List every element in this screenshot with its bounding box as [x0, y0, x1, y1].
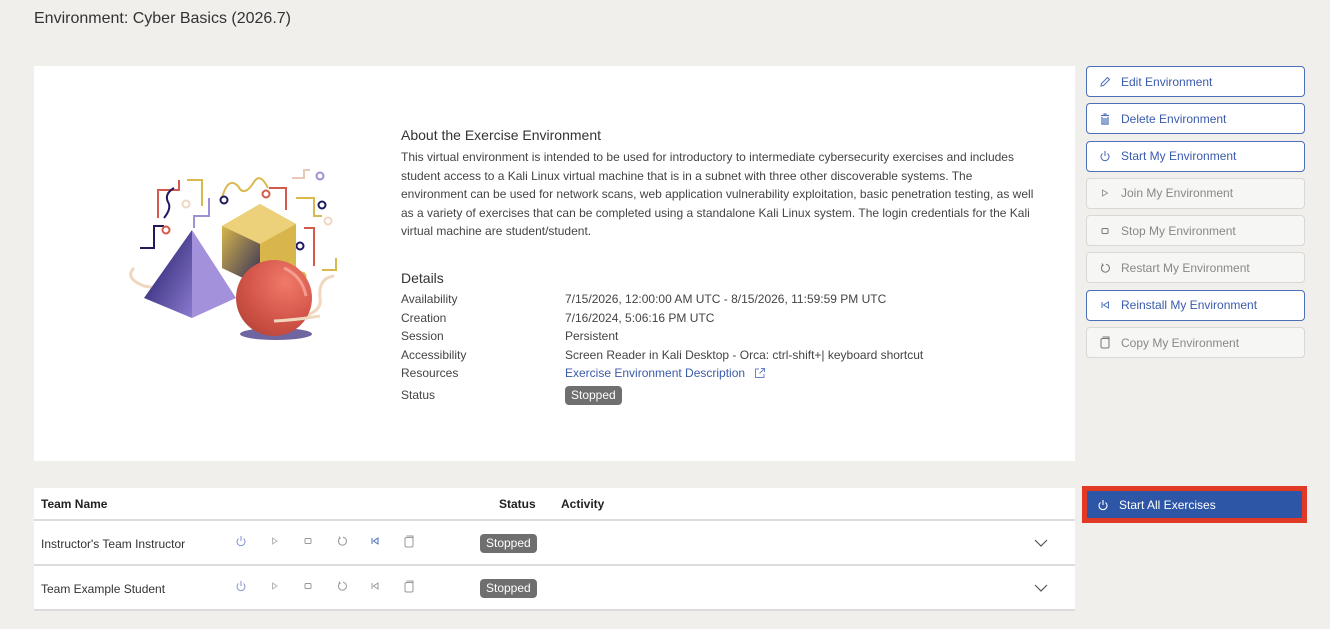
detail-value: Persistent — [565, 329, 619, 344]
detail-row-resources: Resources Exercise Environment Descripti… — [401, 364, 1041, 385]
detail-row-status: Status Stopped — [401, 385, 1041, 405]
team-name: Team Example Student — [41, 582, 166, 596]
team-name: Instructor's Team Instructor — [41, 537, 186, 551]
detail-row-availability: Availability 7/15/2026, 12:00:00 AM UTC … — [401, 290, 1041, 309]
details-heading: Details — [401, 270, 444, 286]
play-icon — [1098, 188, 1112, 198]
resource-link[interactable]: Exercise Environment Description — [565, 366, 745, 380]
chevron-down-icon[interactable] — [1033, 535, 1049, 554]
table-row: Team Example Student Stopped — [34, 566, 1075, 611]
copy-my-environment-button[interactable]: Copy My Environment — [1086, 327, 1305, 359]
button-label: Join My Environment — [1121, 186, 1234, 201]
detail-label: Session — [401, 329, 444, 344]
detail-value: 7/16/2024, 5:06:16 PM UTC — [565, 310, 715, 325]
detail-label: Status — [401, 387, 436, 402]
restart-icon[interactable] — [336, 535, 370, 548]
power-icon[interactable] — [235, 535, 269, 548]
play-icon[interactable] — [269, 580, 303, 593]
power-icon — [1097, 499, 1109, 511]
button-label: Restart My Environment — [1121, 260, 1250, 275]
delete-environment-button[interactable]: Delete Environment — [1086, 103, 1305, 135]
restart-icon[interactable] — [336, 580, 370, 593]
button-label: Start My Environment — [1121, 149, 1237, 164]
detail-label: Creation — [401, 310, 447, 325]
column-header-status: Status — [499, 496, 536, 511]
reinstall-icon[interactable] — [369, 580, 403, 593]
start-all-exercises-button[interactable]: Start All Exercises — [1087, 491, 1302, 518]
detail-value: Screen Reader in Kali Desktop - Orca: ct… — [565, 347, 924, 362]
button-label: Stop My Environment — [1121, 223, 1236, 238]
stop-icon[interactable] — [302, 580, 336, 593]
detail-label: Accessibility — [401, 347, 467, 362]
about-description: This virtual environment is intended to … — [401, 150, 1034, 239]
about-section: About the Exercise Environment This virt… — [401, 127, 1041, 241]
power-icon — [1098, 150, 1112, 162]
row-actions — [235, 535, 436, 548]
reinstall-icon[interactable] — [369, 535, 403, 548]
start-all-highlight: Start All Exercises — [1082, 486, 1307, 523]
copy-icon[interactable] — [403, 580, 437, 593]
environment-card: About the Exercise Environment This virt… — [34, 66, 1075, 461]
power-icon[interactable] — [235, 580, 269, 593]
detail-row-session: Session Persistent — [401, 327, 1041, 346]
environment-actions: Edit Environment Delete Environment Star… — [1086, 66, 1305, 364]
join-my-environment-button[interactable]: Join My Environment — [1086, 177, 1305, 209]
teams-table: Team Name Status Activity Instructor's T… — [34, 488, 1075, 611]
stop-icon[interactable] — [302, 535, 336, 548]
detail-row-creation: Creation 7/16/2024, 5:06:16 PM UTC — [401, 309, 1041, 328]
page-title: Environment: Cyber Basics (2026.7) — [34, 10, 291, 27]
detail-value: 7/15/2026, 12:00:00 AM UTC - 8/15/2026, … — [565, 292, 887, 306]
about-heading: About the Exercise Environment — [401, 127, 601, 143]
pencil-icon — [1098, 76, 1112, 88]
start-my-environment-button[interactable]: Start My Environment — [1086, 140, 1305, 172]
copy-icon — [1098, 336, 1112, 349]
chevron-down-icon[interactable] — [1033, 580, 1049, 599]
button-label: Edit Environment — [1121, 74, 1213, 89]
detail-label: Availability — [401, 292, 458, 306]
table-row: Instructor's Team Instructor Stopped — [34, 521, 1075, 566]
restart-my-environment-button[interactable]: Restart My Environment — [1086, 252, 1305, 284]
stop-icon — [1098, 226, 1112, 236]
environment-illustration — [124, 158, 339, 353]
details-section: Details Availability 7/15/2026, 12:00:00… — [401, 270, 1041, 405]
column-header-activity: Activity — [561, 496, 605, 511]
edit-environment-button[interactable]: Edit Environment — [1086, 66, 1305, 97]
restart-icon — [1098, 262, 1112, 274]
status-badge: Stopped — [480, 579, 537, 598]
reinstall-my-environment-button[interactable]: Reinstall My Environment — [1086, 289, 1305, 321]
button-label: Delete Environment — [1121, 111, 1227, 126]
button-label: Start All Exercises — [1119, 497, 1216, 512]
column-header-team-name: Team Name — [41, 496, 108, 511]
copy-icon[interactable] — [403, 535, 437, 548]
play-icon[interactable] — [269, 535, 303, 548]
button-label: Reinstall My Environment — [1121, 298, 1258, 313]
button-label: Copy My Environment — [1121, 335, 1240, 350]
external-link-icon[interactable] — [754, 366, 766, 385]
reinstall-icon — [1098, 300, 1112, 310]
status-badge: Stopped — [565, 385, 622, 405]
detail-row-accessibility: Accessibility Screen Reader in Kali Desk… — [401, 346, 1041, 365]
table-header: Team Name Status Activity — [34, 488, 1075, 521]
detail-label: Resources — [401, 366, 459, 381]
status-badge: Stopped — [480, 534, 537, 553]
trash-icon — [1098, 113, 1112, 125]
row-actions — [235, 580, 436, 593]
stop-my-environment-button[interactable]: Stop My Environment — [1086, 215, 1305, 247]
